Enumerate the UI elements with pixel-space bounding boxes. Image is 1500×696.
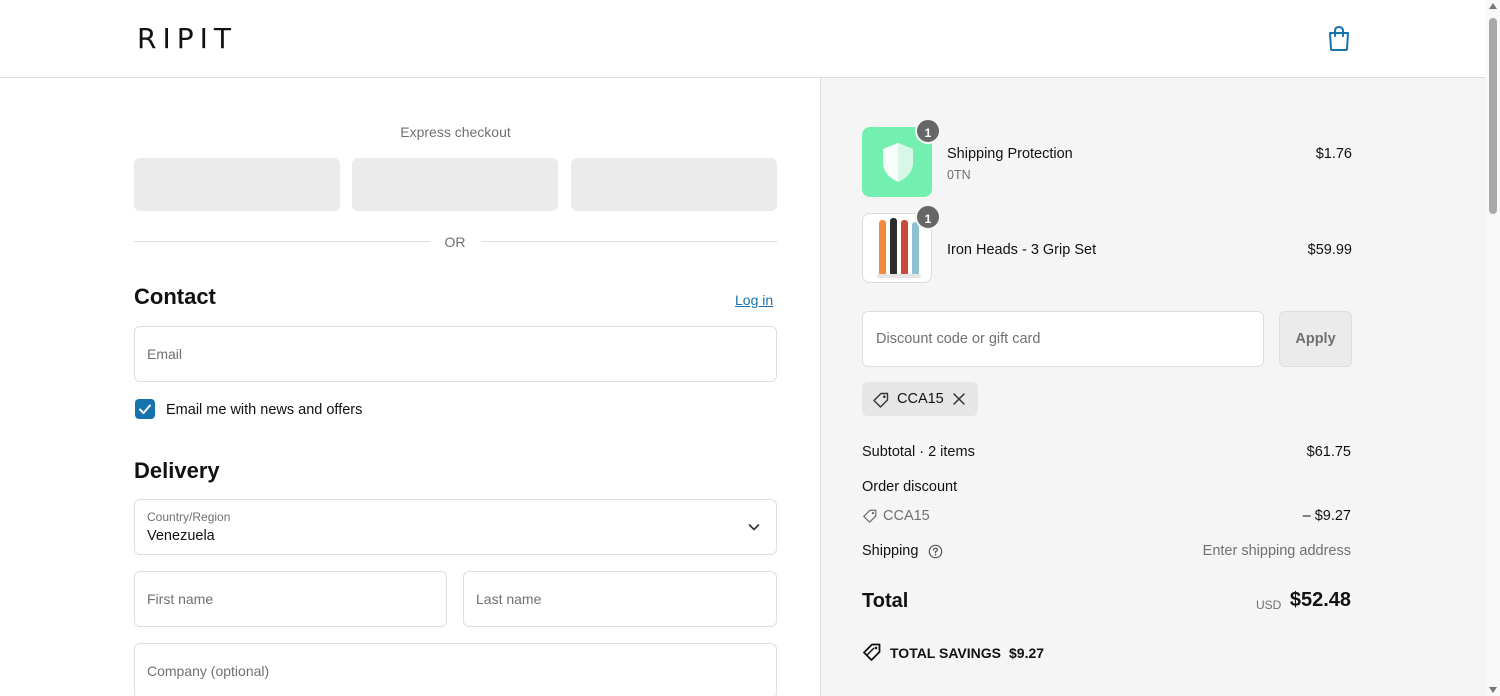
order-summary-panel: 1 Shipping Protection 0TN $1.76 1 Iron H… (820, 78, 1486, 696)
first-name-placeholder: First name (147, 591, 214, 607)
express-pay-button-3[interactable] (571, 158, 777, 211)
tag-icon (863, 643, 881, 661)
page-scrollbar[interactable] (1486, 0, 1500, 696)
chevron-down-icon (748, 524, 760, 531)
shipping-value: Enter shipping address (1202, 543, 1351, 559)
apply-discount-button[interactable]: Apply (1279, 311, 1352, 367)
express-pay-button-2[interactable] (352, 158, 558, 211)
country-value: Venezuela (147, 528, 215, 544)
company-field[interactable]: Company (optional) (134, 643, 777, 696)
order-discount-label: Order discount (862, 479, 958, 495)
discount-code-input[interactable]: Discount code or gift card (862, 311, 1264, 367)
express-checkout-label: Express checkout (400, 124, 511, 140)
divider-left (134, 241, 430, 242)
help-circle-icon[interactable] (928, 544, 943, 559)
total-label: Total (862, 590, 909, 612)
tag-icon (863, 509, 877, 523)
total-value: $52.48 (1289, 589, 1351, 611)
scroll-up-arrow-icon[interactable] (1489, 3, 1497, 9)
total-currency: USD (1256, 598, 1282, 612)
scrollbar-thumb[interactable] (1489, 18, 1497, 214)
savings-value: $9.27 (1009, 645, 1045, 661)
quantity-badge: 1 (915, 204, 941, 230)
applied-discount-chip: CCA15 (862, 382, 978, 416)
express-pay-button-1[interactable] (134, 158, 340, 211)
item-name: Iron Heads - 3 Grip Set (947, 242, 1097, 258)
newsletter-label: Email me with news and offers (166, 402, 363, 418)
checkmark-icon (139, 404, 151, 414)
last-name-field[interactable]: Last name (463, 571, 777, 627)
store-logo[interactable]: RIPIT (137, 22, 237, 55)
quantity-badge: 1 (915, 118, 941, 144)
item-name: Shipping Protection (947, 146, 1073, 162)
savings-label: TOTAL SAVINGS (890, 645, 1001, 661)
or-divider-text: OR (444, 234, 466, 250)
discount-placeholder: Discount code or gift card (876, 331, 1041, 347)
email-placeholder: Email (147, 346, 183, 362)
divider-right (481, 241, 777, 242)
first-name-field[interactable]: First name (134, 571, 447, 627)
delivery-heading: Delivery (134, 458, 220, 483)
shipping-label: Shipping (862, 543, 919, 559)
country-label: Country/Region (147, 510, 231, 524)
subtotal-value: $61.75 (1306, 444, 1351, 460)
email-field[interactable]: Email (134, 326, 777, 382)
checkout-form-panel: Express checkout OR Contact Log in Email… (0, 78, 820, 696)
applied-code-text: CCA15 (897, 391, 944, 407)
company-placeholder: Company (optional) (147, 663, 270, 679)
discount-code-label: CCA15 (883, 508, 930, 524)
shopping-bag-icon[interactable] (1326, 24, 1352, 52)
item-price: $59.99 (1307, 242, 1352, 258)
site-header: RIPIT (0, 0, 1486, 78)
newsletter-checkbox[interactable] (135, 399, 155, 419)
subtotal-label: Subtotal · 2 items (862, 444, 975, 460)
close-icon[interactable] (952, 392, 966, 406)
tag-icon (873, 392, 889, 408)
item-variant: 0TN (947, 168, 971, 182)
country-select[interactable]: Country/Region Venezuela (134, 499, 777, 555)
item-price: $1.76 (1315, 146, 1352, 162)
scroll-down-arrow-icon[interactable] (1489, 687, 1497, 693)
last-name-placeholder: Last name (476, 591, 542, 607)
discount-value: – $9.27 (1302, 508, 1351, 524)
login-link[interactable]: Log in (735, 292, 773, 308)
contact-heading: Contact (134, 284, 216, 309)
